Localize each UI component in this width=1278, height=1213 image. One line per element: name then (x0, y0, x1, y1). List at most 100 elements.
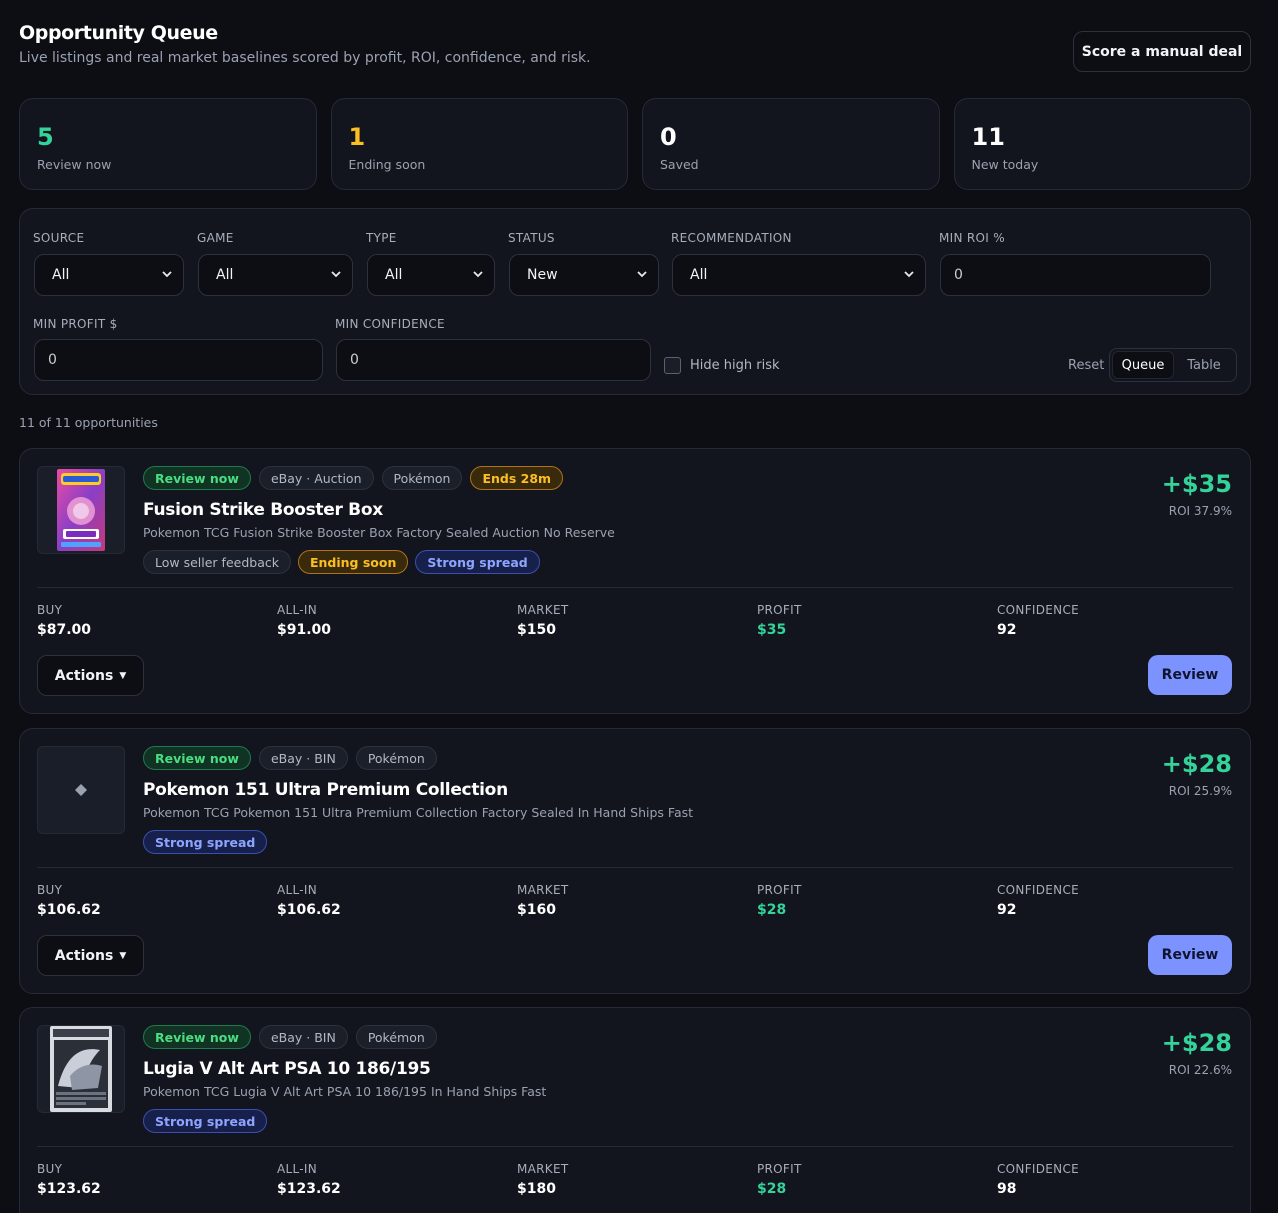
metric-label: BUY (37, 603, 63, 617)
results-count: 11 of 11 opportunities (19, 415, 158, 430)
caret-down-icon: ▼ (119, 950, 127, 961)
page-title: Opportunity Queue (19, 22, 218, 44)
flag-badge: Low seller feedback (143, 550, 291, 574)
metric-value: $106.62 (277, 902, 341, 918)
score-manual-deal-button[interactable]: Score a manual deal (1073, 31, 1251, 72)
chevron-down-icon (637, 271, 647, 278)
profit-headline: +$35 (1161, 470, 1232, 498)
card-flags: Strong spread (143, 830, 268, 854)
card-metrics: BUY $106.62 ALL-IN $106.62 MARKET $160 PROF… (37, 883, 1237, 918)
metric-value: $123.62 (277, 1181, 341, 1197)
stat-label: Review now (37, 157, 112, 172)
metric-label: ALL-IN (277, 883, 318, 897)
stat-new-today[interactable]: 11 New today (953, 98, 1251, 190)
review-button[interactable]: Review (1148, 655, 1232, 695)
profit-headline: +$28 (1161, 750, 1232, 778)
metric-label: PROFIT (757, 1162, 802, 1176)
product-thumbnail (37, 746, 125, 834)
stat-value: 1 (348, 123, 366, 151)
metric-all-in: ALL-IN $106.62 (277, 883, 517, 918)
stat-review-now[interactable]: 5 Review now (19, 98, 317, 190)
metric-value: $180 (517, 1181, 556, 1197)
metric-value: $87.00 (37, 622, 92, 638)
metric-label: ALL-IN (277, 1162, 318, 1176)
source-select[interactable]: All (34, 254, 184, 296)
opportunity-card[interactable]: Review now eBay · BIN Pokémon Pokemon 15… (19, 728, 1251, 994)
view-table-tab[interactable]: Table (1174, 351, 1234, 379)
game-badge: Pokémon (381, 466, 463, 490)
min-profit-label: MIN PROFIT $ (33, 317, 118, 331)
metric-value: $123.62 (37, 1181, 101, 1197)
booster-box-image (57, 469, 105, 551)
ends-badge: Ends 28m (470, 466, 564, 490)
metric-confidence: CONFIDENCE 92 (997, 603, 1237, 638)
metric-confidence: CONFIDENCE 92 (997, 883, 1237, 918)
metric-value: $28 (757, 1181, 787, 1197)
card-title[interactable]: Fusion Strike Booster Box (143, 500, 383, 520)
metric-all-in: ALL-IN $123.62 (277, 1162, 517, 1197)
chevron-down-icon (904, 271, 914, 278)
game-select[interactable]: All (198, 254, 353, 296)
metric-label: MARKET (517, 883, 569, 897)
metric-label: MARKET (517, 603, 569, 617)
status-select[interactable]: New (509, 254, 659, 296)
min-roi-input[interactable] (940, 254, 1211, 296)
stat-ending-soon[interactable]: 1 Ending soon (330, 98, 628, 190)
graded-card-image (50, 1026, 112, 1112)
product-thumbnail (37, 1025, 125, 1113)
actions-dropdown-button[interactable]: Actions ▼ (37, 655, 144, 696)
divider (37, 867, 1233, 868)
source-label: SOURCE (33, 231, 85, 245)
type-select[interactable]: All (367, 254, 495, 296)
metric-confidence: CONFIDENCE 98 (997, 1162, 1237, 1197)
stat-label: Ending soon (348, 157, 426, 172)
view-toggle: Queue Table (1109, 348, 1237, 382)
card-title[interactable]: Pokemon 151 Ultra Premium Collection (143, 780, 508, 800)
min-confidence-label: MIN CONFIDENCE (335, 317, 445, 331)
metric-value: $91.00 (277, 622, 332, 638)
stat-value: 11 (971, 123, 1005, 151)
view-queue-tab[interactable]: Queue (1112, 351, 1174, 379)
card-metrics: BUY $123.62 ALL-IN $123.62 MARKET $180 PROF… (37, 1162, 1237, 1197)
card-flags: Low seller feedback Ending soon Strong s… (143, 550, 540, 574)
metric-market: MARKET $160 (517, 883, 757, 918)
card-subtitle: Pokemon TCG Pokemon 151 Ultra Premium Co… (143, 805, 694, 820)
min-profit-input[interactable] (34, 339, 323, 381)
metric-value: $28 (757, 902, 787, 918)
actions-dropdown-button[interactable]: Actions ▼ (37, 935, 144, 976)
caret-down-icon: ▼ (119, 670, 127, 681)
status-select-value: New (527, 267, 558, 283)
metric-market: MARKET $150 (517, 603, 757, 638)
chevron-down-icon (162, 271, 172, 278)
source-badge: eBay · Auction (258, 466, 374, 490)
roi-text: ROI 22.6% (1168, 1063, 1232, 1077)
hide-high-risk-label[interactable]: Hide high risk (690, 358, 780, 373)
reset-button[interactable]: Reset (1068, 358, 1104, 373)
metric-label: CONFIDENCE (997, 603, 1080, 617)
opportunity-card[interactable]: Review now eBay · Auction Pokémon Ends 2… (19, 448, 1251, 714)
metric-profit: PROFIT $35 (757, 603, 997, 638)
metric-all-in: ALL-IN $91.00 (277, 603, 517, 638)
filters-panel: SOURCE All GAME All TYPE All STATUS New … (19, 208, 1251, 395)
review-button[interactable]: Review (1148, 935, 1232, 975)
flag-badge: Strong spread (143, 830, 268, 854)
recommendation-select[interactable]: All (672, 254, 926, 296)
actions-label: Actions (54, 947, 114, 964)
metric-value: $106.62 (37, 902, 101, 918)
flag-badge: Strong spread (143, 1109, 268, 1133)
min-confidence-input[interactable] (336, 339, 651, 381)
divider (37, 587, 1233, 588)
metric-label: BUY (37, 1162, 63, 1176)
divider (37, 1146, 1233, 1147)
card-tags: Review now eBay · Auction Pokémon Ends 2… (143, 466, 564, 490)
recommendation-select-value: All (690, 267, 708, 283)
roi-text: ROI 25.9% (1168, 784, 1232, 798)
opportunity-card[interactable]: Review now eBay · BIN Pokémon Lugia V Al… (19, 1007, 1251, 1213)
card-title[interactable]: Lugia V Alt Art PSA 10 186/195 (143, 1059, 431, 1079)
hide-high-risk-checkbox[interactable] (664, 357, 681, 374)
stat-saved[interactable]: 0 Saved (642, 98, 940, 190)
metric-value: 92 (997, 622, 1017, 638)
metric-profit: PROFIT $28 (757, 1162, 997, 1197)
stat-label: New today (971, 157, 1039, 172)
source-badge: eBay · BIN (258, 1025, 348, 1049)
